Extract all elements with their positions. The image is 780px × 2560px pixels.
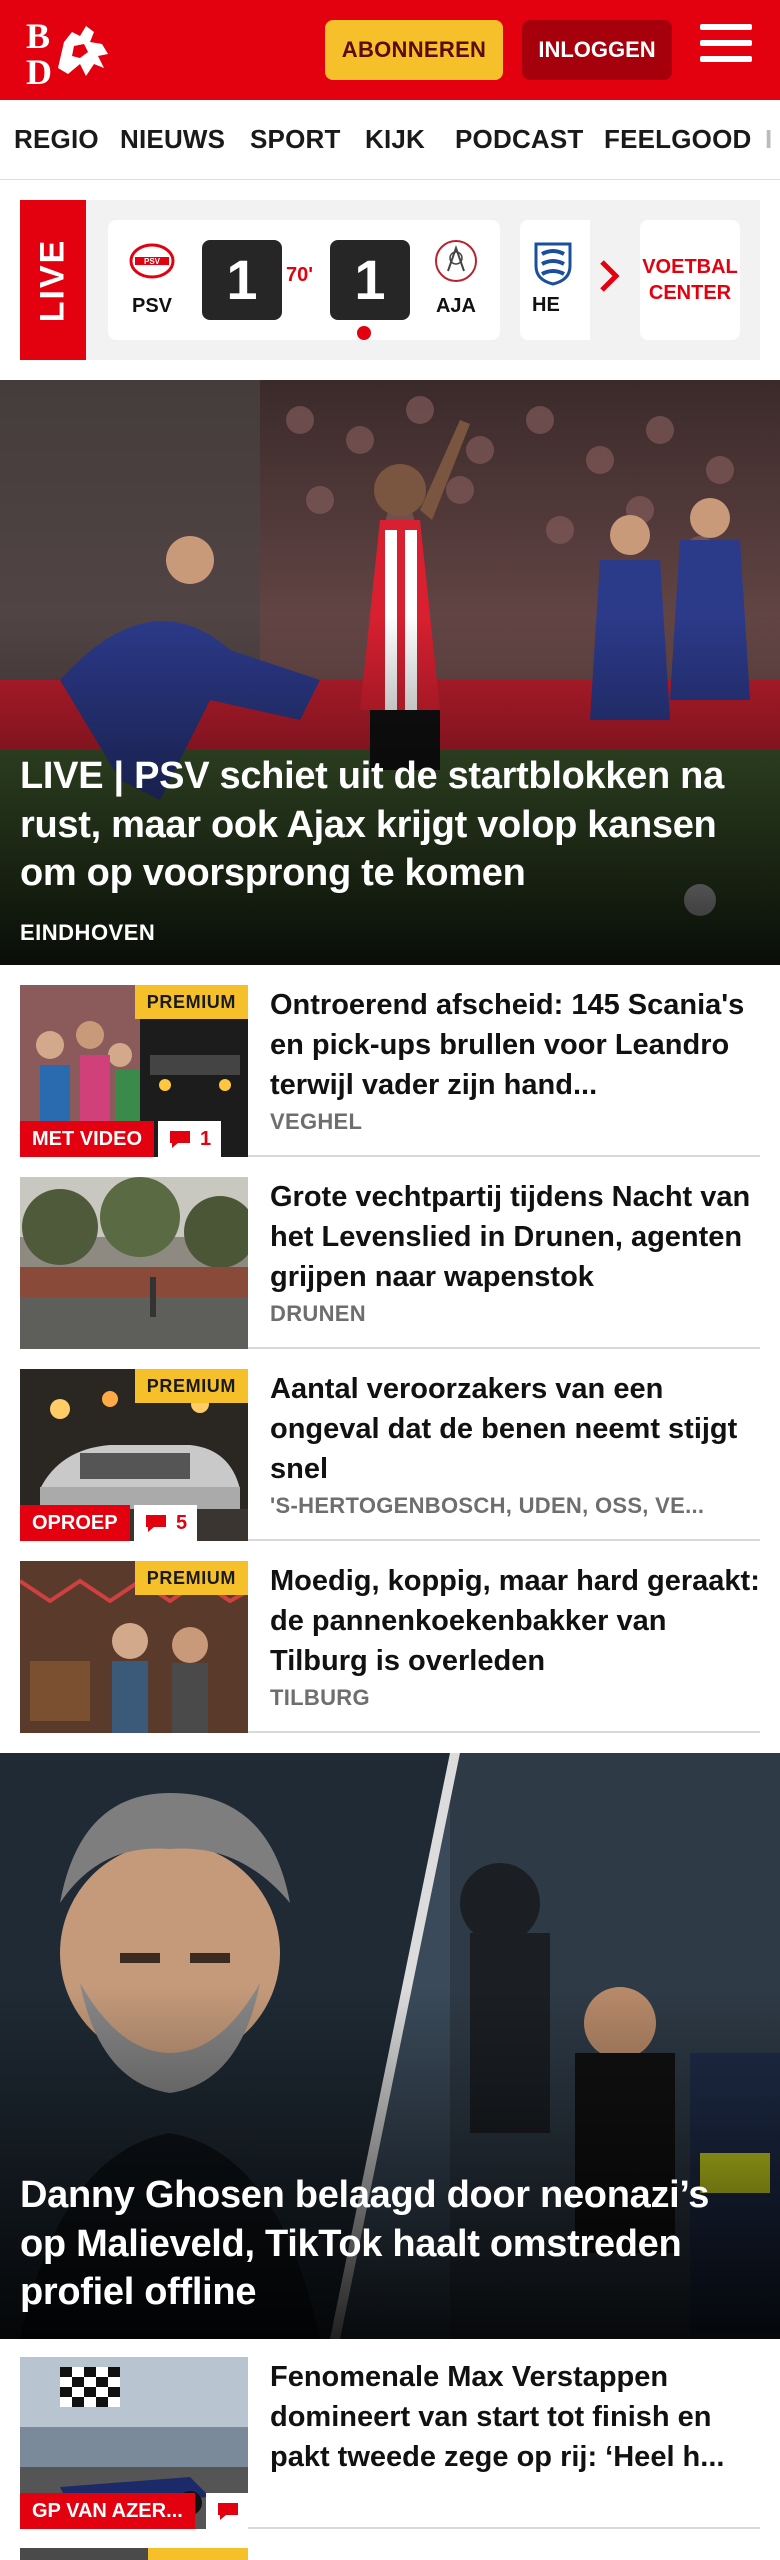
match-card-next[interactable]: HE: [520, 220, 590, 340]
hero-article-psv[interactable]: LIVE | PSV schiet uit de startblokken na…: [0, 380, 780, 965]
hero-location: EINDHOVEN: [20, 920, 156, 945]
hero-title[interactable]: Danny Ghosen belaagd door neonazi’s op M…: [20, 2171, 760, 2317]
match-minute: 70': [286, 264, 314, 286]
comment-bubble-icon: [170, 1131, 190, 1148]
street-trees-photo: [20, 1177, 248, 1349]
article-title[interactable]: Aantal veroorzakers van een ongeval dat …: [270, 1369, 760, 1489]
next-article-thumbnail-partial: [20, 2548, 248, 2560]
article-title[interactable]: Fenomenale Max Verstappen domineert van …: [270, 2357, 760, 2477]
subscribe-button[interactable]: ABONNEREN: [325, 20, 503, 80]
list-item[interactable]: PREMIUM MET VIDEO 1 Ontroerend afscheid:…: [20, 985, 760, 1157]
article-title[interactable]: Ontroerend afscheid: 145 Scania's en pic…: [270, 985, 760, 1105]
live-indicator-dot: [357, 326, 371, 340]
live-scores-bar: LIVE PSV PSV 1 70' 1 AJA HE VOETBAL CENT…: [20, 200, 760, 360]
article-thumbnail: PREMIUM OPROEP 5: [20, 1369, 248, 1541]
comments-badge[interactable]: 5: [134, 1505, 198, 1541]
bd-logo[interactable]: B D: [24, 14, 116, 86]
article-location: 'S-HERTOGENBOSCH, UDEN, OSS, VE...: [270, 1493, 705, 1518]
list-item[interactable]: PREMIUM Moedig, koppig, maar hard geraak…: [20, 1561, 760, 1733]
article-thumbnail: GP VAN AZER...: [20, 2357, 248, 2529]
match-card-psv-ajax[interactable]: PSV PSV 1 70' 1 AJA: [108, 220, 500, 340]
article-title[interactable]: Moedig, koppig, maar hard geraakt: de pa…: [270, 1561, 760, 1681]
hero-article-ghosen[interactable]: Danny Ghosen belaagd door neonazi’s op M…: [0, 1753, 780, 2339]
list-item[interactable]: Grote vechtpartij tijdens Nacht van het …: [20, 1177, 760, 1349]
oproep-badge: OPROEP: [20, 1505, 130, 1541]
premium-badge: PREMIUM: [134, 1561, 248, 1595]
svg-text:PSV: PSV: [144, 257, 161, 266]
article-title[interactable]: Grote vechtpartij tijdens Nacht van het …: [270, 1177, 760, 1297]
comments-badge[interactable]: 1: [158, 1121, 222, 1157]
home-score: 1: [202, 240, 282, 320]
nav-item-podcast[interactable]: PODCAST: [455, 124, 584, 155]
site-header: B D ABONNEREN INLOGGEN: [0, 0, 780, 100]
premium-badge: PREMIUM: [134, 985, 248, 1019]
comment-bubble-icon: [146, 1515, 166, 1532]
premium-badge: PREMIUM: [134, 1369, 248, 1403]
login-button[interactable]: INLOGGEN: [522, 20, 672, 80]
away-score: 1: [330, 240, 410, 320]
section-nav: REGIO NIEUWS SPORT KIJK PODCAST FEELGOOD…: [0, 100, 780, 180]
home-club-abbr: PSV: [131, 295, 173, 317]
away-club-abbr: AJA: [435, 295, 476, 317]
nav-item-kijk[interactable]: KIJK: [365, 124, 425, 155]
voetbal-center-button[interactable]: VOETBAL CENTER: [640, 220, 740, 340]
list-item[interactable]: GP VAN AZER... Fenomenale Max Verstappen…: [20, 2357, 760, 2529]
hamburger-menu-icon[interactable]: [700, 24, 752, 72]
heerenveen-crest-icon: [534, 242, 572, 286]
comment-bubble-icon: [218, 2503, 238, 2520]
svg-text:D: D: [26, 52, 52, 86]
hero-title[interactable]: LIVE | PSV schiet uit de startblokken na…: [20, 752, 760, 898]
next-home-abbr: HE: [532, 294, 560, 316]
chevron-right-icon[interactable]: [596, 256, 624, 296]
comments-badge[interactable]: [206, 2493, 248, 2529]
nav-item-regio[interactable]: REGIO: [14, 124, 99, 155]
nav-overflow-indicator: I: [765, 124, 773, 154]
list-item[interactable]: PREMIUM OPROEP 5 Aantal veroorzakers van…: [20, 1369, 760, 1541]
live-tag: LIVE: [20, 200, 86, 360]
svg-text:B: B: [26, 16, 50, 56]
gp-badge: GP VAN AZER...: [20, 2493, 195, 2529]
article-location: DRUNEN: [270, 1301, 366, 1326]
home-club: PSV PSV: [122, 238, 182, 318]
article-location: TILBURG: [270, 1685, 370, 1710]
away-club: AJA: [426, 238, 486, 318]
psv-crest-icon: PSV: [129, 243, 175, 279]
article-thumbnail: PREMIUM MET VIDEO 1: [20, 985, 248, 1157]
ajax-crest-icon: [435, 240, 477, 282]
nav-item-feelgood[interactable]: FEELGOOD: [604, 124, 752, 155]
video-badge: MET VIDEO: [20, 1121, 155, 1157]
article-thumbnail: [20, 1177, 248, 1349]
premium-badge-partial: [148, 2548, 248, 2560]
article-location: VEGHEL: [270, 1109, 363, 1134]
nav-item-nieuws[interactable]: NIEUWS: [120, 124, 225, 155]
article-thumbnail: PREMIUM: [20, 1561, 248, 1733]
nav-item-sport[interactable]: SPORT: [250, 124, 341, 155]
